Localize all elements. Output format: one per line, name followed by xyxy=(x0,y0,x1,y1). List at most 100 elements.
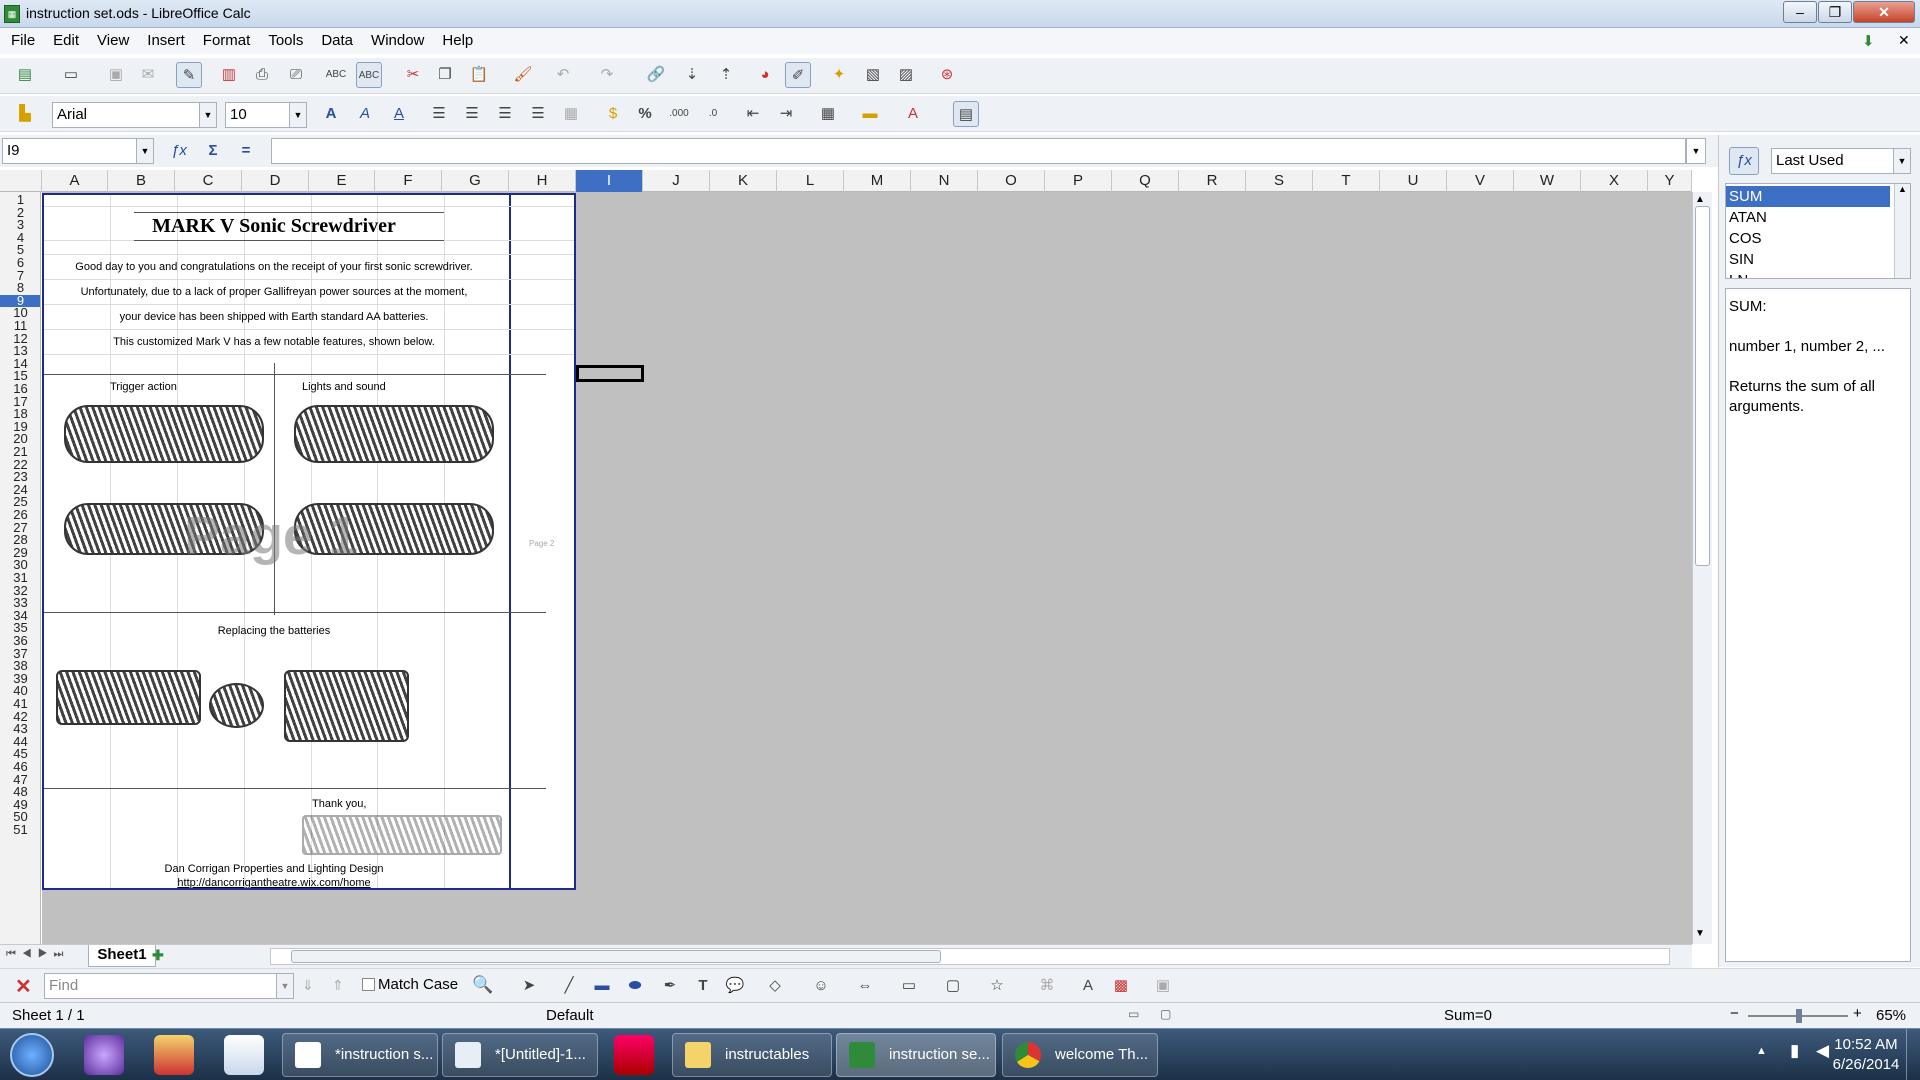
function-item-sum[interactable]: SUM xyxy=(1726,186,1890,207)
function-item-cos[interactable]: COS xyxy=(1726,228,1890,249)
find-next-icon[interactable]: ⇑ xyxy=(332,977,344,994)
start-button-icon[interactable] xyxy=(10,1033,54,1077)
sort-ascending-icon[interactable]: ⇣ xyxy=(679,62,705,88)
callout-tool-icon[interactable]: 💬 xyxy=(722,973,748,999)
column-header[interactable]: G xyxy=(442,170,509,192)
taskbar-item-untitled[interactable]: *[Untitled]-1... xyxy=(442,1033,598,1077)
add-decimal-icon[interactable]: .0 xyxy=(700,101,726,127)
block-arrows-icon[interactable]: ⇔ xyxy=(852,973,878,999)
menu-view[interactable]: View xyxy=(88,28,138,54)
tab-sheet1[interactable]: Sheet1 xyxy=(88,945,156,967)
export-pdf-icon[interactable]: ▥ xyxy=(216,62,242,88)
gallery-icon[interactable]: ▧ xyxy=(860,62,886,88)
chevron-down-icon[interactable]: ▼ xyxy=(276,974,293,998)
column-header[interactable]: H xyxy=(509,170,576,192)
chevron-down-icon[interactable]: ▼ xyxy=(289,103,306,127)
align-right-icon[interactable]: ☰ xyxy=(492,101,518,127)
menu-file[interactable]: File xyxy=(2,28,44,54)
font-size-box[interactable]: 10 ▼ xyxy=(225,102,307,128)
download-update-icon[interactable]: ⬇ xyxy=(1862,32,1880,50)
hyperlink-icon[interactable]: 🔗 xyxy=(643,62,669,88)
expand-formula-icon[interactable]: ▼ xyxy=(1686,138,1706,164)
open-icon[interactable]: ▭ xyxy=(58,62,84,88)
network-icon[interactable]: ▮ xyxy=(1790,1041,1799,1061)
function-item-ln[interactable]: LN xyxy=(1726,270,1890,278)
menu-help[interactable]: Help xyxy=(433,28,482,54)
currency-format-icon[interactable]: $ xyxy=(600,101,626,127)
pinned-paint-icon[interactable] xyxy=(154,1035,194,1075)
chevron-down-icon[interactable]: ▼ xyxy=(199,103,216,127)
cut-icon[interactable]: ✂ xyxy=(400,62,426,88)
column-header[interactable]: A xyxy=(42,170,108,192)
edit-file-icon[interactable]: ✎ xyxy=(176,62,202,88)
taskbar-item-chrome[interactable]: welcome Th... xyxy=(1002,1033,1158,1077)
column-header-selected[interactable]: I xyxy=(576,170,643,192)
save-icon[interactable]: ▣ xyxy=(103,62,129,88)
navigator-icon[interactable]: ✦ xyxy=(826,62,852,88)
flowchart-icon[interactable]: ▭ xyxy=(896,973,922,999)
rectangle-tool-icon[interactable]: ▬ xyxy=(589,973,615,999)
toggle-grid-icon[interactable]: ▤ xyxy=(953,101,979,127)
vertical-scroll-thumb[interactable] xyxy=(1695,206,1710,566)
basic-shapes-icon[interactable]: ◇ xyxy=(762,973,788,999)
formula-icon[interactable]: = xyxy=(233,138,259,164)
paste-icon[interactable]: 📋 xyxy=(466,62,492,88)
decrease-indent-icon[interactable]: ⇤ xyxy=(740,101,766,127)
close-find-icon[interactable]: ✕ xyxy=(15,974,32,999)
formula-input[interactable] xyxy=(271,138,1686,164)
row-header[interactable]: 51 xyxy=(0,823,40,836)
column-header[interactable]: Y xyxy=(1648,170,1692,192)
fontwork-icon[interactable]: A xyxy=(1075,973,1101,999)
tab-nav-arrows-icon[interactable]: ⏮◀▶⏭ xyxy=(6,948,69,961)
horizontal-scrollbar[interactable] xyxy=(270,948,1670,965)
minimize-button[interactable]: – xyxy=(1783,1,1817,23)
styles-formatting-icon[interactable]: ▙ xyxy=(12,101,38,127)
standard-format-icon[interactable]: .000 xyxy=(666,101,692,127)
menu-tools[interactable]: Tools xyxy=(259,28,312,54)
scroll-up-icon[interactable]: ▲ xyxy=(1695,194,1705,205)
clone-formatting-icon[interactable]: 🖌 xyxy=(510,62,536,88)
from-file-icon[interactable]: ▩ xyxy=(1108,973,1134,999)
pinned-writer-icon[interactable] xyxy=(224,1035,264,1075)
function-item-sin[interactable]: SIN xyxy=(1726,249,1890,270)
bold-icon[interactable]: A xyxy=(318,101,344,127)
function-item-atan[interactable]: ATAN xyxy=(1726,207,1890,228)
print-preview-icon[interactable]: ⎚ xyxy=(283,62,309,88)
column-header[interactable]: X xyxy=(1581,170,1648,192)
new-document-icon[interactable]: ▤ xyxy=(12,62,38,88)
copy-icon[interactable]: ❐ xyxy=(432,62,458,88)
page-style[interactable]: Default xyxy=(546,1007,594,1024)
show-desktop-button[interactable] xyxy=(1906,1029,1920,1080)
menu-data[interactable]: Data xyxy=(312,28,362,54)
font-color-icon[interactable]: A xyxy=(900,101,926,127)
freeform-tool-icon[interactable]: ✒ xyxy=(657,973,683,999)
column-header[interactable]: D xyxy=(242,170,309,192)
menu-window[interactable]: Window xyxy=(362,28,433,54)
sort-descending-icon[interactable]: ⇡ xyxy=(713,62,739,88)
help-icon[interactable]: ⊛ xyxy=(934,62,960,88)
borders-icon[interactable]: ▦ xyxy=(815,101,841,127)
zoom-level[interactable]: 65% xyxy=(1876,1007,1906,1024)
footer-url[interactable]: http://dancorrigantheatre.wix.com/home xyxy=(44,877,504,888)
column-header[interactable]: L xyxy=(777,170,844,192)
merge-cells-icon[interactable]: ▦ xyxy=(558,101,584,127)
column-header[interactable]: E xyxy=(309,170,375,192)
callouts-icon[interactable]: ▢ xyxy=(940,973,966,999)
pinned-app-icon[interactable] xyxy=(84,1035,124,1075)
vertical-scrollbar[interactable]: ▲ ▼ xyxy=(1692,192,1712,944)
menu-edit[interactable]: Edit xyxy=(44,28,88,54)
function-wizard-icon[interactable]: ƒx xyxy=(166,138,192,164)
italic-icon[interactable]: A xyxy=(352,101,378,127)
points-icon[interactable]: ⌘ xyxy=(1034,973,1060,999)
scroll-down-icon[interactable]: ▼ xyxy=(1695,928,1705,939)
draw-functions-icon[interactable]: ✐ xyxy=(785,62,811,88)
insert-mode-icon[interactable]: ▭ xyxy=(1128,1007,1139,1021)
chevron-down-icon[interactable]: ▼ xyxy=(136,139,153,163)
column-header[interactable]: B xyxy=(108,170,175,192)
column-header[interactable]: T xyxy=(1313,170,1380,192)
selected-cell-I9[interactable] xyxy=(576,365,644,382)
column-header[interactable]: O xyxy=(978,170,1045,192)
menu-insert[interactable]: Insert xyxy=(138,28,194,54)
match-case-checkbox[interactable] xyxy=(362,978,375,991)
sum-icon[interactable]: Σ xyxy=(200,138,226,164)
